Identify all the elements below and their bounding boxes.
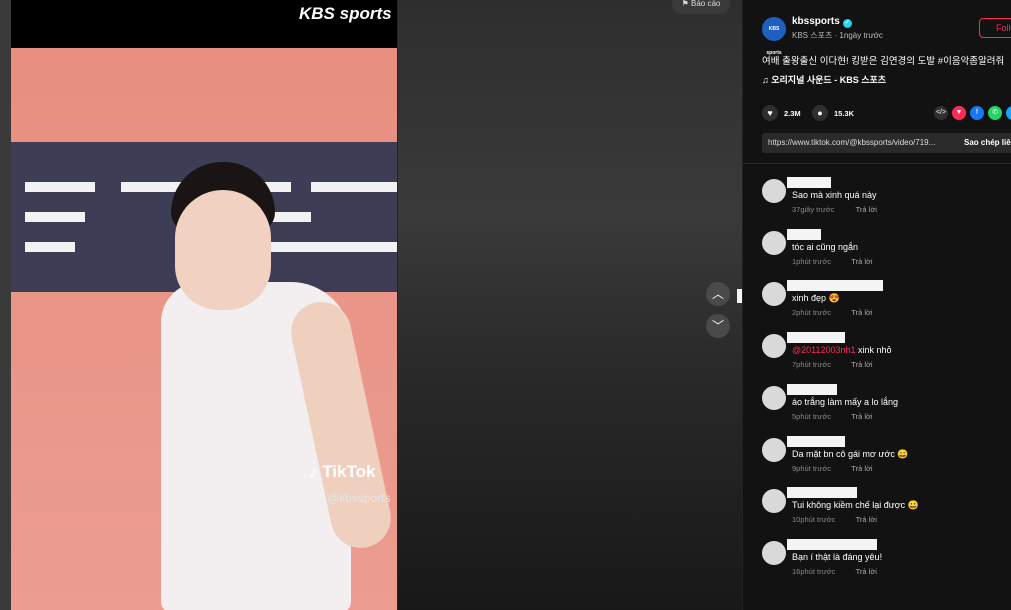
commenter-name-redacted	[787, 487, 857, 499]
commenter-avatar[interactable]	[762, 540, 786, 565]
commenter-name-redacted	[787, 280, 883, 292]
comment-text: Bạn í thật là đáng yêu!	[792, 552, 882, 562]
commenter-avatar[interactable]	[762, 437, 786, 462]
comment-text: Tui không kiềm chế lại được 😀	[792, 500, 919, 511]
like-button[interactable]: ♥	[762, 105, 778, 121]
player-figure	[161, 162, 397, 610]
comment-time: 37giây trước	[792, 205, 835, 214]
blurred-backdrop	[398, 0, 742, 610]
comment-text: Sao mà xinh quá này	[792, 190, 877, 200]
reply-button[interactable]: Trả lời	[851, 360, 872, 369]
comment-mention[interactable]: @20112003nh1	[792, 345, 856, 355]
commenter-name-redacted	[787, 332, 845, 344]
comment-count: 15.3K	[834, 109, 855, 118]
twitter-icon[interactable]: t	[1006, 106, 1011, 120]
comment-body: áo trắng làm mấy a lo lắng	[792, 396, 899, 407]
chevron-up-icon: ︿	[711, 287, 724, 301]
send-icon[interactable]: ▼	[952, 106, 966, 120]
comment-time: 1phút trước	[792, 256, 832, 266]
comment-text: Da mặt bn cô gái mơ ước 😀	[792, 449, 909, 460]
comment-body: Sao mà xinh quá này	[792, 190, 877, 200]
tiktok-username: @kbssports	[327, 491, 391, 505]
video-url-field[interactable]: https://www.tiktok.com/@kbssports/video/…	[762, 133, 956, 153]
author-avatar[interactable]: KBS sports	[762, 17, 786, 56]
comment-body: xink nhỏ	[855, 345, 892, 356]
comment-item: Da mặt bn cô gái mơ ước 😀 9phút trước Trả …	[743, 434, 1011, 486]
tiktok-brand: TikTok	[322, 462, 376, 481]
reply-button[interactable]: Trả lời	[851, 257, 872, 266]
comment-time: 7phút trước	[792, 360, 832, 370]
commenter-avatar[interactable]	[762, 489, 786, 514]
author-meta: KBS 스포츠 · 1ngày trước	[792, 31, 883, 40]
facebook-icon[interactable]: f	[970, 106, 984, 120]
comment-time: 10phút trước	[792, 515, 836, 525]
comment-text: @20112003nh1 xink nhỏ	[792, 345, 892, 355]
whatsapp-icon[interactable]: ✆	[988, 106, 1002, 120]
comment-time: 9phút trước	[792, 463, 832, 473]
comment-body: xinh đẹp 😍	[792, 293, 840, 304]
commenter-name-redacted	[787, 538, 877, 550]
comment-item: tóc ai cũng ngắn 1phút trước Trả lời	[743, 227, 1011, 279]
comment-panel: KBS sports kbssports ✓ KBS 스포츠 · 1ngày tr…	[742, 0, 1011, 610]
chevron-down-icon: ﹀	[711, 319, 724, 333]
author-username[interactable]: kbssports ✓	[792, 16, 852, 28]
verified-icon: ✓	[842, 19, 852, 28]
embed-icon[interactable]: </>	[934, 106, 948, 120]
video-player[interactable]: KBS sports ♪ TikTok @kbssports	[11, 0, 397, 610]
commenter-avatar[interactable]	[762, 385, 786, 410]
previous-video-button[interactable]: ︿	[706, 282, 730, 306]
comment-item: xinh đẹp 😍 2phút trước Trả lời	[743, 278, 1011, 330]
report-button[interactable]: ⚑ Báo cáo	[672, 0, 730, 14]
commenter-name-redacted	[787, 383, 837, 395]
comment-time: 2phút trước	[792, 308, 832, 318]
comment-time: 16phút trước	[792, 566, 836, 576]
commenter-name-redacted	[787, 435, 845, 447]
comment-icon: ●	[817, 108, 823, 118]
comment-item: Tui không kiềm chế lại được 😀 10phút trướ…	[743, 485, 1011, 537]
comment-body: tóc ai cũng ngắn	[792, 241, 859, 252]
copy-link-button[interactable]: Sao chép liên kết	[956, 133, 1011, 153]
like-count: 2.3M	[784, 109, 801, 118]
commenter-avatar[interactable]	[762, 282, 786, 307]
tiktok-watermark: ♪ TikTok	[309, 462, 376, 481]
reply-button[interactable]: Trả lời	[851, 308, 872, 317]
comment-item: @20112003nh1 xink nhỏ 7phút trước Trả lời	[743, 330, 1011, 382]
comment-button[interactable]: ●	[812, 105, 828, 121]
comment-item: Sao mà xinh quá này 37giây trước Trả lời	[743, 175, 1011, 227]
comment-body: Tui không kiềm chế lại được 😀	[792, 500, 919, 511]
follow-button[interactable]: Follow	[979, 18, 1011, 38]
reply-button[interactable]: Trả lời	[851, 464, 872, 473]
commenter-avatar[interactable]	[762, 334, 786, 359]
comment-body: Bạn í thật là đáng yêu!	[792, 551, 883, 562]
heart-icon: ♥	[767, 108, 773, 118]
comment-text: xinh đẹp 😍	[792, 293, 840, 304]
comment-body: Da mặt bn cô gái mơ ước 😀	[792, 448, 909, 459]
comment-time: 5phút trước	[792, 411, 832, 421]
reply-button[interactable]: Trả lời	[851, 412, 872, 421]
video-stage: KBS sports ♪ TikTok @kbssports ⚑ Báo cáo…	[0, 0, 742, 610]
kbs-sports-logo: KBS sports	[299, 4, 392, 23]
report-label: Báo cáo	[691, 0, 721, 8]
divider	[743, 163, 1011, 164]
commenter-avatar[interactable]	[762, 179, 786, 203]
commenter-avatar[interactable]	[762, 230, 786, 255]
comment-text: áo trắng làm mấy a lo lắng	[792, 397, 898, 407]
reply-button[interactable]: Trả lời	[856, 515, 877, 524]
commenter-name-redacted	[787, 228, 821, 240]
commenter-name-redacted	[787, 177, 831, 188]
next-video-button[interactable]: ﹀	[706, 314, 730, 338]
comment-text: tóc ai cũng ngắn	[792, 242, 858, 252]
reply-button[interactable]: Trả lời	[856, 205, 877, 214]
author-name: kbssports	[792, 16, 840, 27]
video-caption: 여배 출왕출신 이다현! 킹받은 김연경의 도발 #이음악좀알려줘	[762, 56, 1005, 67]
comment-item: Bạn í thật là đáng yêu! 16phút trước Trả l…	[743, 537, 1011, 589]
sound-link[interactable]: ♫ 오리지널 사운드 - KBS 스포츠	[762, 73, 886, 86]
comment-item: áo trắng làm mấy a lo lắng 5phút trước Trả…	[743, 382, 1011, 434]
reply-button[interactable]: Trả lời	[856, 567, 877, 576]
